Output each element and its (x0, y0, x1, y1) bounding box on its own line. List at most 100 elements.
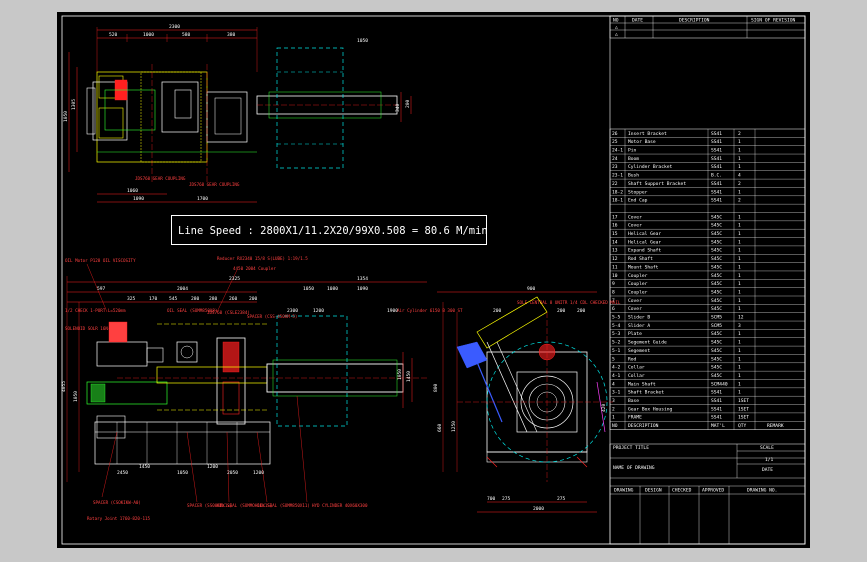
parts-list: 26 Insert Bracket SS41 225 Motor Base SS41 124… (609, 128, 806, 430)
part-qty-cell: 1 (738, 148, 741, 154)
part-desc-cell: Coupler (628, 281, 648, 287)
parts-header-mat: MAT'L (711, 423, 725, 429)
scale-value: 1/1 (765, 457, 774, 463)
part-no-cell: 2 (612, 406, 615, 412)
part-desc-cell: Collar (628, 373, 645, 379)
part-mat-cell: S45C (711, 231, 722, 237)
part-desc-cell: Plate (628, 331, 642, 337)
top-dim-7: 1090 (133, 196, 144, 202)
part-desc-cell: Shaft Bracket (628, 390, 664, 396)
part-no-cell: 18-2 (612, 189, 623, 195)
title-column-frame (609, 15, 806, 545)
side-dim-3: 2004 (177, 286, 188, 292)
part-no-cell: 5-3 (612, 331, 621, 337)
part-no-cell: 5 (612, 356, 615, 362)
side-dim-24: 1200 (207, 464, 218, 470)
side-label-2: 1/2 CHECK 1-PORT L=520mm (65, 308, 126, 313)
part-mat-cell: SS41 (711, 148, 722, 154)
end-dim-7: 420 (601, 403, 607, 412)
part-mat-cell: SS41 (711, 189, 722, 195)
scale-label: SCALE (760, 445, 774, 451)
part-no-cell: 15 (612, 231, 618, 237)
part-desc-cell: Helical Gear (628, 239, 661, 245)
parts-header-desc: DESCRIPTION (628, 423, 659, 429)
part-desc-cell: Base (628, 398, 639, 404)
part-mat-cell: S45C (711, 248, 722, 254)
part-desc-cell: Segement Guide (628, 340, 667, 346)
part-qty-cell: 2 (738, 131, 741, 137)
side-dim-0: 2325 (229, 276, 240, 282)
line-speed-formula: Line Speed : 2800X1/11.2X20/99X0.508 = 8… (171, 215, 487, 245)
end-view-dimensions: 2000 700 275 275 900 660 1250 420 200 200 200 800 (433, 286, 607, 512)
side-dim-1: 1354 (357, 276, 368, 282)
cad-drawing[interactable]: NO DATE DESCRIPTION SIGN OF REVISION △ △… (57, 12, 810, 548)
part-mat-cell: S45C (711, 239, 722, 245)
part-no-cell: 14 (612, 239, 618, 245)
top-dim-12: 1050 (357, 38, 368, 44)
part-desc-cell: Segement (628, 348, 650, 354)
side-dim-8: 280 (209, 296, 218, 302)
top-dim-0: 2300 (169, 24, 180, 30)
part-no-cell: 22 (612, 181, 618, 187)
side-dim-25: 1200 (313, 308, 324, 314)
part-qty-cell: 2 (738, 198, 741, 204)
part-desc-cell: Shaft Support Bracket (628, 181, 686, 187)
part-desc-cell: Slider A (628, 323, 650, 329)
end-dim-3: 275 (557, 496, 566, 502)
side-dim-2: 597 (97, 286, 106, 292)
part-mat-cell: S45C (711, 223, 722, 229)
part-qty-cell: 1 (738, 365, 741, 371)
drawing-no-label: DRAWING NO. (747, 488, 777, 494)
top-plan-view (68, 27, 412, 203)
part-mat-cell: SS41 (711, 198, 722, 204)
part-qty-cell: 1 (738, 164, 741, 170)
part-qty-cell: 1 (738, 381, 741, 387)
part-no-cell: 23 (612, 164, 618, 170)
part-desc-cell: Insert Bracket (628, 131, 667, 137)
part-desc-cell: Coupler (628, 273, 648, 279)
side-label-12: Rotary Joint 1760-820-115 (87, 516, 151, 521)
side-dim-17: 1050 (397, 369, 403, 380)
side-dim-7: 280 (191, 296, 200, 302)
part-mat-cell: SCM5 (711, 323, 722, 329)
part-no-cell: 17 (612, 214, 618, 220)
part-qty-cell: 1 (738, 273, 741, 279)
part-desc-cell: Mount Shaft (628, 264, 659, 270)
part-mat-cell: SS41 (711, 181, 722, 187)
part-mat-cell: S45C (711, 273, 722, 279)
side-view-labels: OIL Motor P128 OIL VISCOSITY Reducer RX23… (65, 256, 621, 521)
rev-no-header: NO (613, 18, 619, 24)
end-dim-1: 700 (487, 496, 496, 502)
part-mat-cell: S45C (711, 373, 722, 379)
drawing-viewport[interactable]: NO DATE DESCRIPTION SIGN OF REVISION △ △… (57, 12, 810, 548)
part-qty-cell: 1 (738, 156, 741, 162)
side-dim-15: 1050 (73, 391, 79, 402)
end-dim-0: 2000 (533, 506, 544, 512)
part-desc-cell: Pin (628, 148, 637, 154)
top-dim-1: 520 (109, 32, 118, 38)
part-no-cell: 26 (612, 131, 618, 137)
part-mat-cell: SS41 (711, 131, 722, 137)
side-dim-21: 2050 (227, 470, 238, 476)
part-qty-cell: 1 (738, 289, 741, 295)
part-desc-cell: Helical Gear (628, 231, 661, 237)
part-desc-cell: Gear Box Housing (628, 406, 672, 412)
part-no-cell: 23-1 (612, 173, 623, 179)
part-no-cell: 4-2 (612, 365, 621, 371)
part-no-cell: 24-1 (612, 148, 623, 154)
part-qty-cell: 12 (738, 315, 744, 321)
part-desc-cell: End Cap (628, 198, 648, 204)
top-dim-2: 1000 (143, 32, 154, 38)
part-no-cell: 25 (612, 139, 618, 145)
part-no-cell: 3-1 (612, 390, 621, 396)
part-mat-cell: SS41 (711, 415, 722, 421)
drawing-name-label: NAME OF DRAWING (613, 465, 655, 471)
side-label-6: SPACER (CSS-450KM-5) (247, 314, 297, 319)
side-label-11: HYD CYLINDER 40X60X300 (312, 503, 368, 508)
part-qty-cell: 1 (738, 264, 741, 270)
part-desc-cell: Cover (628, 306, 642, 312)
part-no-cell: 12 (612, 256, 618, 262)
part-desc-cell: Cover (628, 214, 642, 220)
part-desc-cell: Slider B (628, 315, 650, 321)
part-qty-cell: 1SET (738, 415, 749, 421)
